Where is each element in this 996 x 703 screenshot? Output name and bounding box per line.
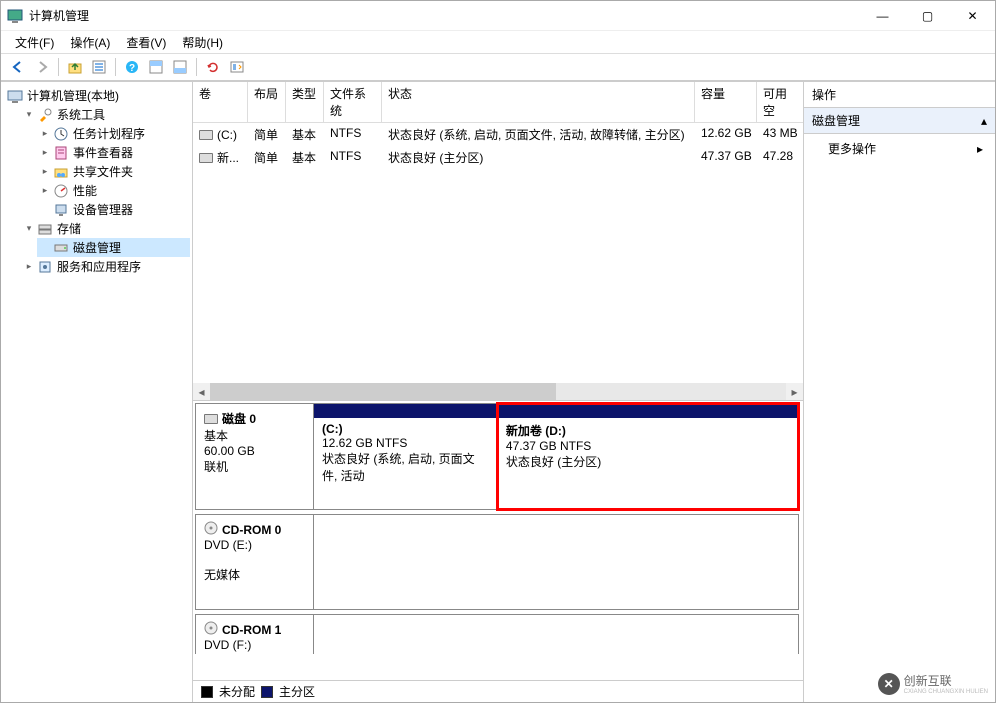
tree-shared-folders[interactable]: ▸共享文件夹: [37, 162, 190, 181]
content-pane: 卷 布局 类型 文件系统 状态 容量 可用空 (C:) 简单 基本 NTFS 状…: [193, 82, 803, 702]
tools-icon: [37, 107, 53, 123]
tree-device-manager[interactable]: ▸设备管理器: [37, 200, 190, 219]
col-layout[interactable]: 布局: [248, 82, 286, 122]
horizontal-scrollbar[interactable]: ◂ ▸: [193, 383, 803, 400]
performance-icon: [53, 183, 69, 199]
legend-unallocated-label: 未分配: [219, 683, 255, 700]
toolbar: ?: [1, 53, 995, 81]
expand-icon[interactable]: ▸: [39, 147, 51, 159]
volume-rows: (C:) 简单 基本 NTFS 状态良好 (系统, 启动, 页面文件, 活动, …: [193, 123, 803, 383]
disk-info: CD-ROM 0 DVD (E:) 无媒体: [196, 515, 314, 609]
event-icon: [53, 145, 69, 161]
tree-task-scheduler[interactable]: ▸任务计划程序: [37, 124, 190, 143]
scroll-track[interactable]: [210, 383, 786, 400]
disk-info: 磁盘 0 基本 60.00 GB 联机: [196, 404, 314, 509]
cdrom-icon: [204, 621, 218, 638]
svg-text:?: ?: [129, 63, 135, 74]
disk-row-cdrom0[interactable]: CD-ROM 0 DVD (E:) 无媒体: [195, 514, 799, 610]
disk-graphical-view: 磁盘 0 基本 60.00 GB 联机 (C:) 12.62 GB NTFS 状…: [193, 401, 803, 680]
close-button[interactable]: ✕: [950, 1, 995, 31]
menubar: 文件(F) 操作(A) 查看(V) 帮助(H): [1, 31, 995, 53]
tree-event-viewer[interactable]: ▸事件查看器: [37, 143, 190, 162]
scroll-right-button[interactable]: ▸: [786, 383, 803, 400]
drive-icon: [199, 153, 213, 163]
services-icon: [37, 259, 53, 275]
legend-swatch-unallocated: [201, 686, 213, 698]
tree-root[interactable]: 计算机管理(本地): [5, 86, 190, 105]
tree-system-tools[interactable]: ▾ 系统工具: [21, 105, 190, 124]
collapse-icon[interactable]: ▾: [23, 223, 35, 235]
disk-info: CD-ROM 1 DVD (F:): [196, 615, 314, 654]
menu-action[interactable]: 操作(A): [62, 32, 118, 53]
tree-disk-management[interactable]: ▸磁盘管理: [37, 238, 190, 257]
volume-list: 卷 布局 类型 文件系统 状态 容量 可用空 (C:) 简单 基本 NTFS 状…: [193, 82, 803, 401]
folder-share-icon: [53, 164, 69, 180]
chevron-right-icon: ▸: [977, 142, 983, 156]
drive-icon: [199, 130, 213, 140]
titlebar: 计算机管理 — ▢ ✕: [1, 1, 995, 31]
partition-d[interactable]: 新加卷 (D:) 47.37 GB NTFS 状态良好 (主分区): [498, 404, 798, 509]
col-status[interactable]: 状态: [382, 82, 695, 122]
scroll-left-button[interactable]: ◂: [193, 383, 210, 400]
minimize-button[interactable]: —: [860, 1, 905, 31]
col-capacity[interactable]: 容量: [695, 82, 757, 122]
view-top-button[interactable]: [145, 56, 167, 78]
actions-header: 操作: [804, 82, 995, 108]
disk-row-0[interactable]: 磁盘 0 基本 60.00 GB 联机 (C:) 12.62 GB NTFS 状…: [195, 403, 799, 510]
tree-services-label: 服务和应用程序: [57, 258, 141, 275]
col-type[interactable]: 类型: [286, 82, 324, 122]
expand-icon[interactable]: ▸: [39, 185, 51, 197]
volume-row[interactable]: (C:) 简单 基本 NTFS 状态良好 (系统, 启动, 页面文件, 活动, …: [193, 123, 803, 146]
col-volume[interactable]: 卷: [193, 82, 248, 122]
tree-root-label: 计算机管理(本地): [27, 87, 119, 104]
scroll-thumb[interactable]: [210, 383, 556, 400]
forward-button[interactable]: [31, 56, 53, 78]
volume-list-header: 卷 布局 类型 文件系统 状态 容量 可用空: [193, 82, 803, 123]
legend-primary-label: 主分区: [279, 683, 315, 700]
navigation-tree: 计算机管理(本地) ▾ 系统工具 ▸任务计划程序 ▸事件查看器: [1, 82, 193, 702]
partition-c[interactable]: (C:) 12.62 GB NTFS 状态良好 (系统, 启动, 页面文件, 活…: [314, 404, 498, 509]
tree-storage[interactable]: ▾ 存储: [21, 219, 190, 238]
refresh-button[interactable]: [202, 56, 224, 78]
partition-header: [498, 404, 798, 418]
actions-pane: 操作 磁盘管理 ▴ 更多操作 ▸: [803, 82, 995, 702]
collapse-icon[interactable]: ▾: [23, 109, 35, 121]
tree-systools-label: 系统工具: [57, 106, 105, 123]
menu-file[interactable]: 文件(F): [7, 32, 62, 53]
volume-row[interactable]: 新... 简单 基本 NTFS 状态良好 (主分区) 47.37 GB 47.2…: [193, 146, 803, 169]
up-level-button[interactable]: [64, 56, 86, 78]
window-title: 计算机管理: [29, 7, 860, 24]
tree-performance[interactable]: ▸性能: [37, 181, 190, 200]
expand-icon[interactable]: ▸: [39, 166, 51, 178]
back-button[interactable]: [7, 56, 29, 78]
app-icon: [7, 8, 23, 24]
help-button[interactable]: ?: [121, 56, 143, 78]
expand-icon[interactable]: ▸: [39, 128, 51, 140]
partition-header: [314, 404, 497, 418]
view-bottom-button[interactable]: [169, 56, 191, 78]
disk-icon: [53, 240, 69, 256]
menu-help[interactable]: 帮助(H): [174, 32, 231, 53]
col-free[interactable]: 可用空: [757, 82, 803, 122]
clock-icon: [53, 126, 69, 142]
maximize-button[interactable]: ▢: [905, 1, 950, 31]
storage-icon: [37, 221, 53, 237]
col-fs[interactable]: 文件系统: [324, 82, 382, 122]
properties-button[interactable]: [88, 56, 110, 78]
settings-button[interactable]: [226, 56, 248, 78]
device-icon: [53, 202, 69, 218]
disk-row-cdrom1[interactable]: CD-ROM 1 DVD (F:): [195, 614, 799, 654]
collapse-icon: ▴: [981, 114, 987, 128]
tree-storage-label: 存储: [57, 220, 81, 237]
legend: 未分配 主分区: [193, 680, 803, 702]
actions-section-diskmgmt[interactable]: 磁盘管理 ▴: [804, 108, 995, 134]
menu-view[interactable]: 查看(V): [118, 32, 174, 53]
expand-icon[interactable]: ▸: [23, 261, 35, 273]
tree-services-apps[interactable]: ▸ 服务和应用程序: [21, 257, 190, 276]
disk-icon: [204, 414, 218, 424]
cdrom-icon: [204, 521, 218, 538]
computer-icon: [7, 88, 23, 104]
legend-swatch-primary: [261, 686, 273, 698]
action-more[interactable]: 更多操作 ▸: [804, 134, 995, 163]
